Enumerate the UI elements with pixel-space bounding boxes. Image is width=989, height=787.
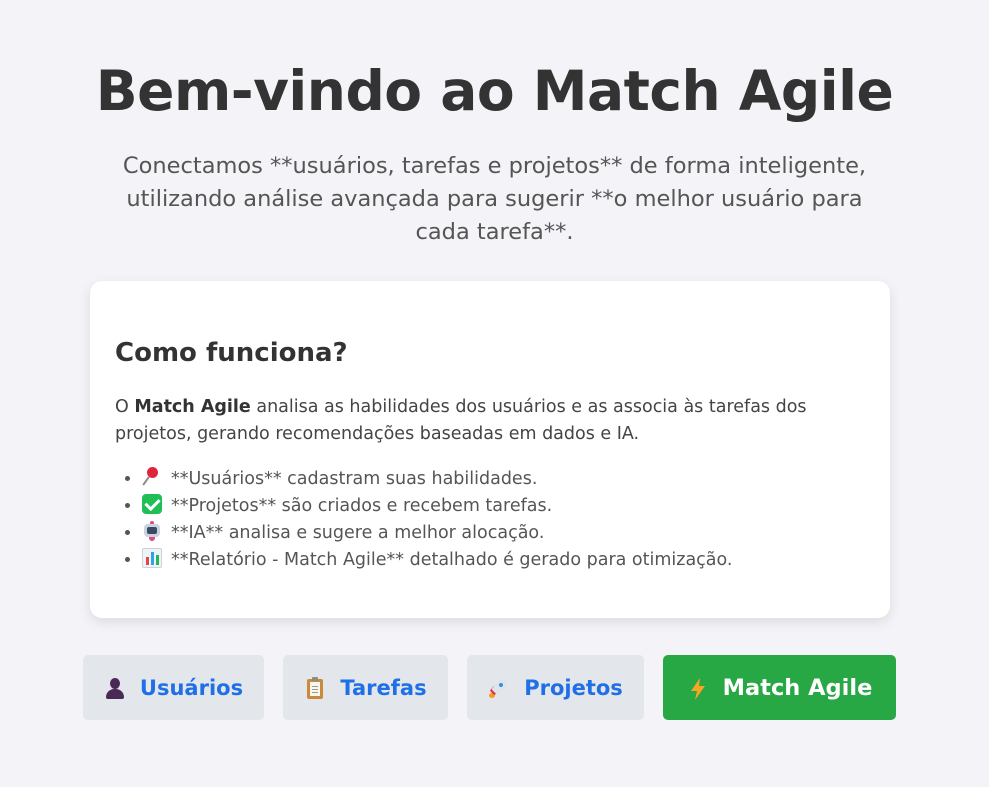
projects-button-label: Projetos <box>524 675 623 700</box>
feature-item-ia: **IA** analisa e sugere a melhor alocaçã… <box>142 520 732 547</box>
users-button[interactable]: Usuários <box>83 655 264 720</box>
intro-text: Conectamos **usuários, tarefas e projeto… <box>122 153 867 245</box>
feature-item-projects: **Projetos** são criados e recebem taref… <box>142 493 732 520</box>
card-title: Como funciona? <box>115 338 348 368</box>
projects-button[interactable]: Projetos <box>467 655 644 720</box>
feature-item-report: **Relatório - Match Agile** detalhado é … <box>142 547 732 574</box>
bar-chart-icon <box>142 548 162 568</box>
page-title: Bem-vindo ao Match Agile <box>95 59 894 123</box>
users-button-label: Usuários <box>139 675 244 700</box>
lightning-icon <box>687 677 709 700</box>
feature-text: **Relatório - Match Agile** detalhado é … <box>171 550 733 570</box>
feature-item-users: **Usuários** cadastram suas habilidades. <box>142 466 732 493</box>
feature-list: **Usuários** cadastram suas habilidades.… <box>115 466 732 574</box>
tasks-button-label: Tarefas <box>340 675 427 700</box>
check-mark-icon <box>142 494 162 514</box>
match-agile-button[interactable]: Match Agile <box>663 655 896 720</box>
feature-text: **Usuários** cadastram suas habilidades. <box>171 469 538 489</box>
feature-text: **Projetos** são criados e recebem taref… <box>171 496 553 516</box>
tasks-button[interactable]: Tarefas <box>283 655 448 720</box>
card-description-brand: Match Agile <box>134 397 251 417</box>
match-agile-button-label: Match Agile <box>722 674 873 701</box>
card-description: O Match Agile analisa as habilidades dos… <box>115 394 855 448</box>
clipboard-icon <box>304 676 326 699</box>
pushpin-icon <box>142 467 162 487</box>
robot-icon <box>142 521 162 541</box>
user-icon <box>104 677 126 699</box>
feature-text: **IA** analisa e sugere a melhor alocaçã… <box>171 523 545 543</box>
how-it-works-card: Como funciona? O Match Agile analisa as … <box>90 281 890 618</box>
rocket-icon <box>488 676 510 699</box>
card-description-prefix: O <box>115 397 135 417</box>
